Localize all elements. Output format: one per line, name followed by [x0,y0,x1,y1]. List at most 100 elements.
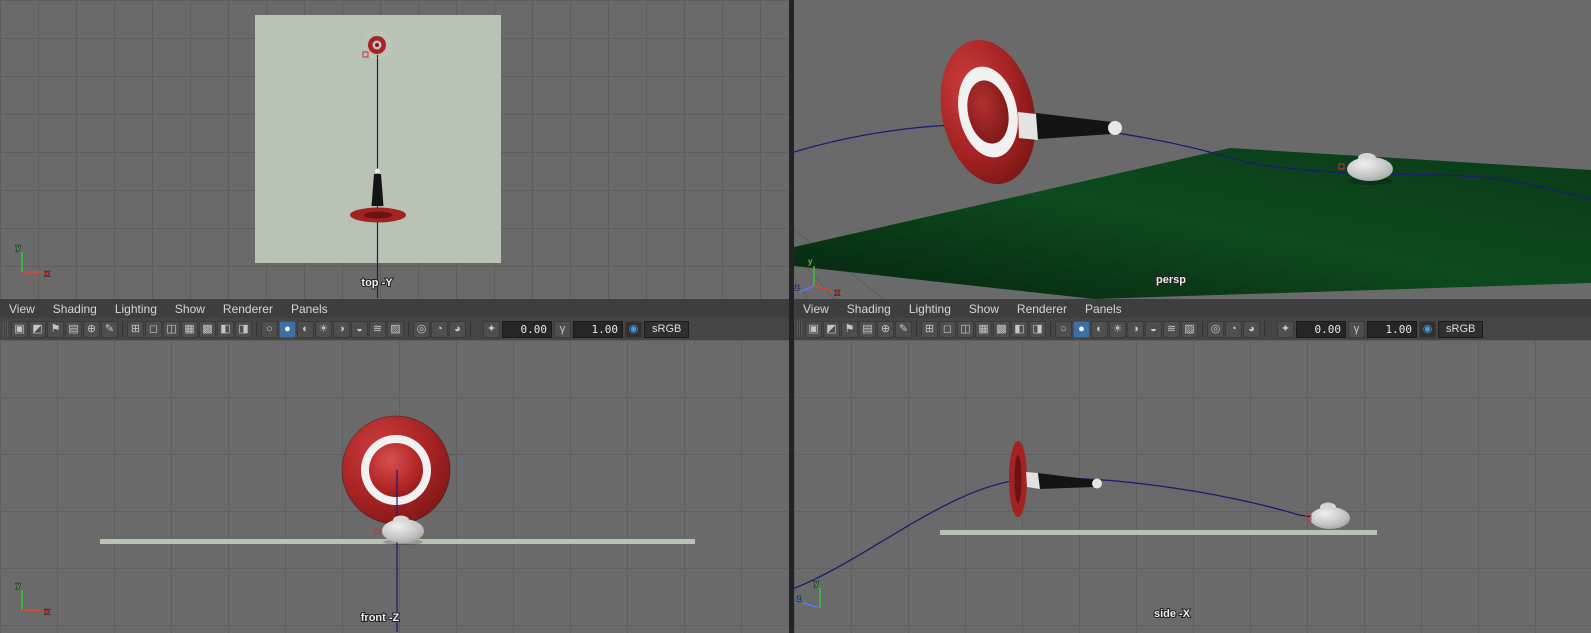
x-ray-icon[interactable]: ◔ [1225,320,1242,338]
x-ray-joints-icon[interactable]: ◕ [1243,320,1260,338]
safe-title-icon[interactable]: ◨ [235,320,252,338]
menu-item[interactable]: Show [960,300,1008,318]
isolate-select-icon[interactable]: ◎ [1207,320,1224,338]
gamma-field[interactable]: 1.00 [1367,320,1417,338]
wireframe-icon[interactable]: ○ [261,320,278,338]
grid-icon[interactable]: ⊞ [127,320,144,338]
shadows-icon[interactable]: ◑ [333,320,350,338]
toolbar-grip[interactable] [797,321,802,337]
lock-camera-icon[interactable]: ◩ [823,320,840,338]
x-ray-icon[interactable]: ◔ [431,320,448,338]
menu-item[interactable]: Renderer [1008,300,1076,318]
image-plane-icon[interactable]: ▤ [65,320,82,338]
exposure-icon[interactable]: ✦ [1277,320,1294,338]
target-torus-top[interactable] [350,207,406,223]
stone-side[interactable] [1310,502,1350,530]
resolution-gate-icon[interactable]: ◫ [957,320,974,338]
select-camera-icon[interactable]: ▣ [805,320,822,338]
safe-action-icon[interactable]: ◧ [1011,320,1028,338]
resolution-gate-icon[interactable]: ◫ [163,320,180,338]
textured-icon[interactable]: ◐ [1091,320,1108,338]
viewport-persp-canvas[interactable]: persp y x z [794,0,1591,299]
textured-icon[interactable]: ◐ [297,320,314,338]
viewport-top[interactable]: top -Y y x [0,0,789,299]
ground-plane-persp[interactable] [794,148,1591,299]
ssao-icon[interactable]: ◒ [351,320,368,338]
view-transform-button[interactable]: sRGB [1438,320,1484,338]
menu-items: View Shading Lighting Show Renderer Panels [794,300,1131,318]
wireframe-icon[interactable]: ○ [1055,320,1072,338]
cone-persp[interactable] [1018,112,1122,140]
stone-body-side[interactable] [1310,507,1350,529]
color-management-icon[interactable]: ◉ [1419,320,1436,338]
viewport-front[interactable]: front -Z y x [0,340,789,633]
color-management-icon[interactable]: ◉ [625,320,642,338]
menu-item[interactable]: Lighting [106,300,166,318]
use-all-lights-icon[interactable]: ☀ [315,320,332,338]
viewport-side[interactable]: side -X y z [794,340,1591,633]
smooth-shade-icon[interactable]: ● [279,320,296,338]
cone-body-persp[interactable] [1036,113,1112,139]
anti-aliasing-icon[interactable]: ▨ [387,320,404,338]
gamma-icon[interactable]: γ [1348,320,1365,338]
grease-pencil-icon[interactable]: ✎ [895,320,912,338]
shadows-icon[interactable]: ◑ [1127,320,1144,338]
menu-item[interactable]: View [794,300,838,318]
exposure-icon[interactable]: ✦ [483,320,500,338]
menu-item[interactable]: Show [166,300,214,318]
target-torus-front[interactable] [341,415,451,525]
bookmark-icon[interactable]: ⚑ [47,320,64,338]
select-camera-icon[interactable]: ▣ [11,320,28,338]
ground-plane-side[interactable] [940,530,1377,535]
toolbar-grip[interactable] [3,321,8,337]
film-gate-icon[interactable]: ◻ [939,320,956,338]
menu-item[interactable]: Panels [1076,300,1131,318]
gamma-field[interactable]: 1.00 [573,320,623,338]
pan-zoom-icon[interactable]: ⊕ [877,320,894,338]
image-plane-icon[interactable]: ▤ [859,320,876,338]
pane-splitter[interactable] [789,0,794,633]
menu-item[interactable]: Shading [44,300,106,318]
field-chart-icon[interactable]: ▩ [199,320,216,338]
pan-zoom-icon[interactable]: ⊕ [83,320,100,338]
gate-mask-icon[interactable]: ▦ [975,320,992,338]
view-transform-button[interactable]: sRGB [644,320,690,338]
target-torus-persp[interactable] [928,31,1048,193]
lock-camera-icon[interactable]: ◩ [29,320,46,338]
anti-aliasing-icon[interactable]: ▨ [1181,320,1198,338]
viewport-persp[interactable]: persp y x z [794,0,1591,299]
bookmark-icon[interactable]: ⚑ [841,320,858,338]
use-all-lights-icon[interactable]: ☀ [1109,320,1126,338]
grid-icon[interactable]: ⊞ [921,320,938,338]
menu-item[interactable]: Shading [838,300,900,318]
exposure-field[interactable]: 0.00 [1296,320,1346,338]
cone-body-side[interactable] [1038,473,1094,489]
gamma-icon[interactable]: γ [554,320,571,338]
exposure-field[interactable]: 0.00 [502,320,552,338]
menu-item[interactable]: View [0,300,44,318]
stone-body-front[interactable] [382,519,424,543]
field-chart-icon[interactable]: ▩ [993,320,1010,338]
grease-pencil-icon[interactable]: ✎ [101,320,118,338]
menu-item[interactable]: Lighting [900,300,960,318]
motion-blur-icon[interactable]: ≋ [369,320,386,338]
keyframe-marker[interactable] [374,528,381,535]
target-torus-side[interactable] [1009,441,1027,517]
menu-item[interactable]: Panels [282,300,337,318]
stone-body-persp[interactable] [1347,157,1393,181]
gate-mask-icon[interactable]: ▦ [181,320,198,338]
motion-blur-icon[interactable]: ≋ [1163,320,1180,338]
x-ray-joints-icon[interactable]: ◕ [449,320,466,338]
smooth-shade-icon[interactable]: ● [1073,320,1090,338]
safe-title-icon[interactable]: ◨ [1029,320,1046,338]
ssao-icon[interactable]: ◒ [1145,320,1162,338]
cone-side[interactable] [1026,472,1102,489]
film-gate-icon[interactable]: ◻ [145,320,162,338]
isolate-select-icon[interactable]: ◎ [413,320,430,338]
viewport-front-canvas[interactable]: front -Z y x [0,340,789,633]
viewport-side-canvas[interactable]: side -X y z [794,340,1591,633]
viewport-top-canvas[interactable]: top -Y y x [0,0,789,299]
isolate-tool-group: ◎ ◔ ◕ [413,320,466,338]
safe-action-icon[interactable]: ◧ [217,320,234,338]
menu-item[interactable]: Renderer [214,300,282,318]
